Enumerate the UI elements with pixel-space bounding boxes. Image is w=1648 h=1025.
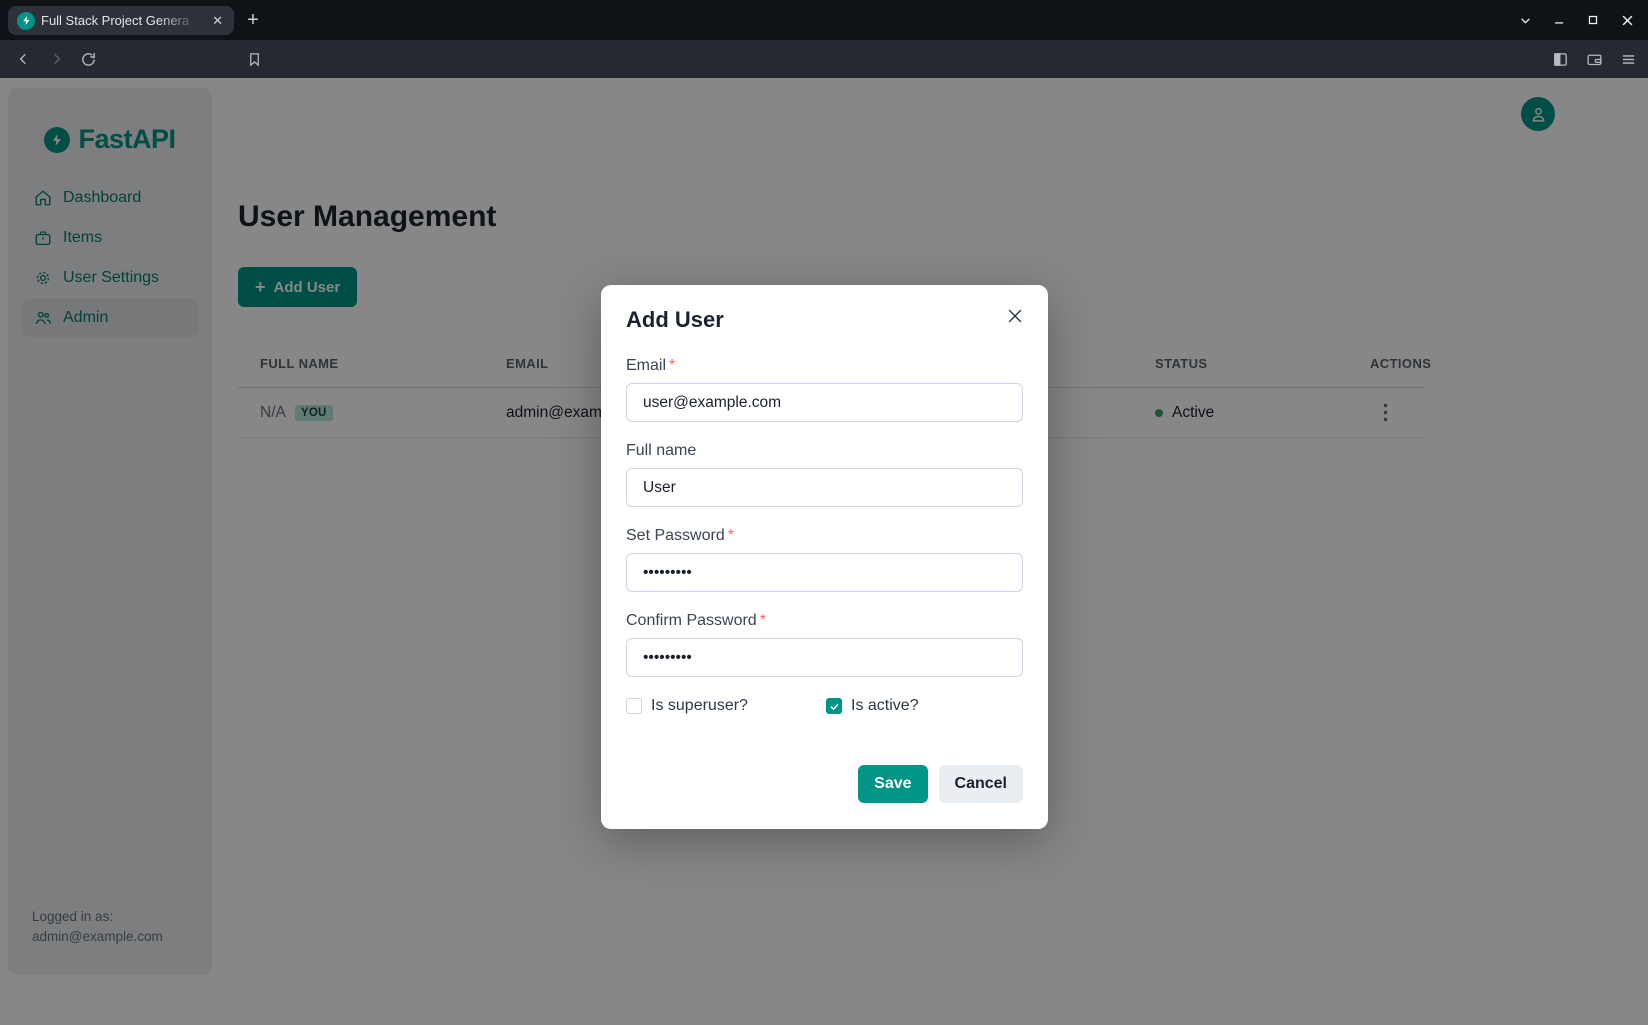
set-password-field[interactable] [626,553,1023,592]
page-viewport: FastAPI Dashboard Items [0,78,1648,1025]
email-field[interactable] [626,383,1023,422]
wallet-icon[interactable] [1578,43,1610,75]
browser-toolbar: localhost/admin 1 [0,40,1648,78]
menu-hamburger-icon[interactable] [1612,43,1644,75]
required-asterisk: * [728,527,734,544]
sidebar-panel-icon[interactable] [1544,43,1576,75]
full-name-field[interactable] [626,468,1023,507]
back-button[interactable] [8,43,40,75]
full-name-field-group: Full name [626,442,1023,507]
confirm-password-field-group: Confirm Password* [626,612,1023,677]
modal-footer: Save Cancel [626,765,1023,803]
is-active-checkbox[interactable] [826,698,842,714]
maximize-button[interactable] [1576,0,1610,40]
is-superuser-label: Is superuser? [651,697,748,715]
set-password-field-group: Set Password* [626,527,1023,592]
window-controls [1508,0,1644,40]
forward-button[interactable] [40,43,72,75]
email-label: Email* [626,357,1023,375]
email-field-group: Email* [626,357,1023,422]
minimize-button[interactable] [1542,0,1576,40]
tab-close-icon[interactable]: ✕ [210,12,225,29]
browser-window: Full Stack Project Genera ✕ + [0,0,1648,1025]
tab-title: Full Stack Project Genera [41,13,204,28]
modal-title: Add User [626,307,1023,333]
cancel-button[interactable]: Cancel [939,765,1023,803]
fastapi-favicon-icon [17,12,35,30]
reload-button[interactable] [72,43,104,75]
is-superuser-checkbox[interactable] [626,698,642,714]
browser-tab[interactable]: Full Stack Project Genera ✕ [8,6,234,35]
modal-close-icon[interactable] [1001,302,1029,330]
is-active-label: Is active? [851,697,919,715]
close-window-button[interactable] [1610,0,1644,40]
is-active-checkbox-group[interactable]: Is active? [826,697,919,715]
checkbox-row: Is superuser? Is active? [626,697,1023,715]
bookmark-icon[interactable] [238,43,270,75]
required-asterisk: * [669,357,675,374]
add-user-modal: Add User Email* Full name Set Password* … [601,285,1048,829]
checkmark-icon [829,701,840,712]
new-tab-button[interactable]: + [240,7,266,33]
is-superuser-checkbox-group[interactable]: Is superuser? [626,697,826,715]
tab-search-chevron-icon[interactable] [1508,0,1542,40]
save-button[interactable]: Save [858,765,927,803]
set-password-label: Set Password* [626,527,1023,545]
confirm-password-label: Confirm Password* [626,612,1023,630]
full-name-label: Full name [626,442,1023,460]
confirm-password-field[interactable] [626,638,1023,677]
required-asterisk: * [760,612,766,629]
tab-strip: Full Stack Project Genera ✕ + [0,0,1648,40]
